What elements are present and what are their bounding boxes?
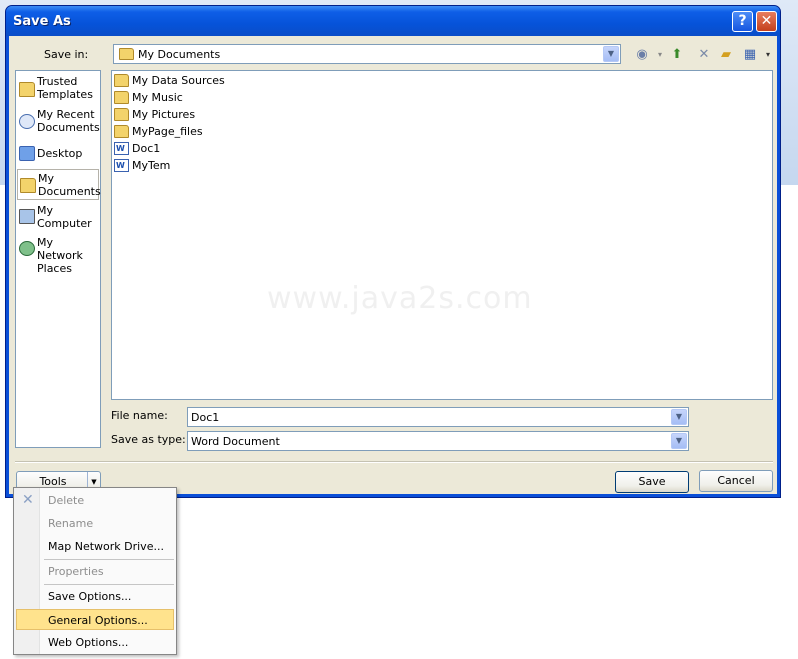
- file-label: My Data Sources: [132, 74, 225, 87]
- place-my-documents[interactable]: My Documents: [17, 169, 101, 200]
- chevron-down-icon[interactable]: ▼: [671, 433, 687, 449]
- menu-item-label: Web Options...: [48, 636, 129, 649]
- data-folder-icon: [114, 74, 129, 87]
- pictures-folder-icon: [114, 108, 129, 121]
- close-button[interactable]: ✕: [756, 11, 777, 32]
- menu-item-rename[interactable]: Rename: [16, 513, 174, 534]
- save-as-dialog: Save As ? ✕ Save in: My Documents ▼ ◉ ▾ …: [5, 5, 781, 498]
- file-name-input[interactable]: Doc1 ▼: [187, 407, 689, 427]
- views-icon[interactable]: ▦: [741, 46, 759, 64]
- computer-icon: [19, 209, 35, 224]
- menu-item-label: Map Network Drive...: [48, 540, 164, 553]
- menu-item-save-options[interactable]: Save Options...: [16, 586, 174, 607]
- menu-item-properties[interactable]: Properties: [16, 561, 174, 582]
- save-in-label: Save in:: [44, 48, 89, 61]
- title-bar[interactable]: Save As ? ✕: [6, 6, 780, 36]
- menu-item-delete[interactable]: ✕ Delete: [16, 490, 174, 511]
- place-my-computer[interactable]: My Computer: [16, 204, 100, 232]
- music-folder-icon: [114, 91, 129, 104]
- place-label: My Recent Documents: [37, 108, 100, 134]
- place-label: My Documents: [38, 172, 101, 198]
- folder-icon: [114, 125, 129, 138]
- menu-separator: [44, 559, 174, 560]
- new-folder-icon[interactable]: ▰: [717, 46, 735, 64]
- file-label: MyPage_files: [132, 125, 203, 138]
- network-globe-icon: [19, 241, 35, 256]
- delete-icon: ✕: [22, 492, 34, 508]
- menu-item-label: Rename: [48, 517, 94, 530]
- desktop-icon: [19, 146, 35, 161]
- recent-documents-icon: [19, 114, 35, 129]
- my-documents-folder-icon: [119, 48, 134, 60]
- cancel-button[interactable]: Cancel: [699, 470, 773, 492]
- menu-item-map-network-drive[interactable]: Map Network Drive...: [16, 536, 174, 557]
- places-bar: Trusted Templates My Recent Documents De…: [15, 70, 101, 448]
- save-as-type-dropdown[interactable]: Word Document ▼: [187, 431, 689, 451]
- save-in-value: My Documents: [138, 48, 221, 61]
- place-label: My Computer: [37, 204, 92, 230]
- file-name-value: Doc1: [191, 411, 220, 424]
- save-as-type-label: Save as type:: [111, 433, 186, 446]
- place-my-network-places[interactable]: My Network Places: [16, 236, 100, 275]
- folder-icon: [19, 82, 35, 97]
- place-label: Desktop: [37, 147, 83, 160]
- place-my-recent-documents[interactable]: My Recent Documents: [16, 108, 100, 136]
- menu-item-label: Save Options...: [48, 590, 132, 603]
- back-icon[interactable]: ◉: [633, 46, 651, 64]
- back-dropdown-icon[interactable]: ▾: [651, 46, 669, 64]
- save-in-dropdown[interactable]: My Documents ▼: [113, 44, 621, 64]
- dialog-client-area: Save in: My Documents ▼ ◉ ▾ ⬆ ✕ ▰ ▦ ▾ Tr…: [9, 36, 777, 494]
- views-dropdown-icon[interactable]: ▾: [759, 46, 777, 64]
- watermark: www.java2s.com: [267, 281, 533, 316]
- word-doc-icon: W: [114, 159, 129, 172]
- save-button[interactable]: Save: [615, 471, 689, 493]
- menu-separator: [44, 584, 174, 585]
- file-label: My Pictures: [132, 108, 196, 121]
- chevron-down-icon[interactable]: ▼: [671, 409, 687, 425]
- file-label: Doc1: [132, 142, 161, 155]
- up-folder-icon[interactable]: ⬆: [668, 46, 686, 64]
- delete-icon[interactable]: ✕: [695, 46, 713, 64]
- file-name-label: File name:: [111, 409, 168, 422]
- place-trusted-templates[interactable]: Trusted Templates: [16, 75, 100, 103]
- tools-menu: ✕ Delete Rename Map Network Drive... Pro…: [13, 487, 177, 655]
- place-label: My Network Places: [37, 236, 83, 275]
- menu-item-label: General Options...: [48, 614, 148, 627]
- place-desktop[interactable]: Desktop: [16, 146, 100, 162]
- file-label: My Music: [132, 91, 183, 104]
- save-as-type-value: Word Document: [191, 435, 280, 448]
- menu-item-web-options[interactable]: Web Options...: [16, 632, 174, 653]
- place-label: Trusted Templates: [37, 75, 93, 101]
- menu-item-general-options[interactable]: General Options...: [16, 609, 174, 630]
- menu-item-label: Delete: [48, 494, 85, 507]
- file-list[interactable]: My Data Sources My Music My Pictures MyP…: [111, 70, 773, 400]
- menu-item-label: Properties: [48, 565, 104, 578]
- word-doc-icon: W: [114, 142, 129, 155]
- dialog-title: Save As: [13, 14, 71, 29]
- my-documents-folder-icon: [20, 178, 36, 193]
- file-label: MyTem: [132, 159, 171, 172]
- chevron-down-icon[interactable]: ▼: [603, 46, 619, 62]
- help-button[interactable]: ?: [732, 11, 753, 32]
- divider: [15, 461, 773, 463]
